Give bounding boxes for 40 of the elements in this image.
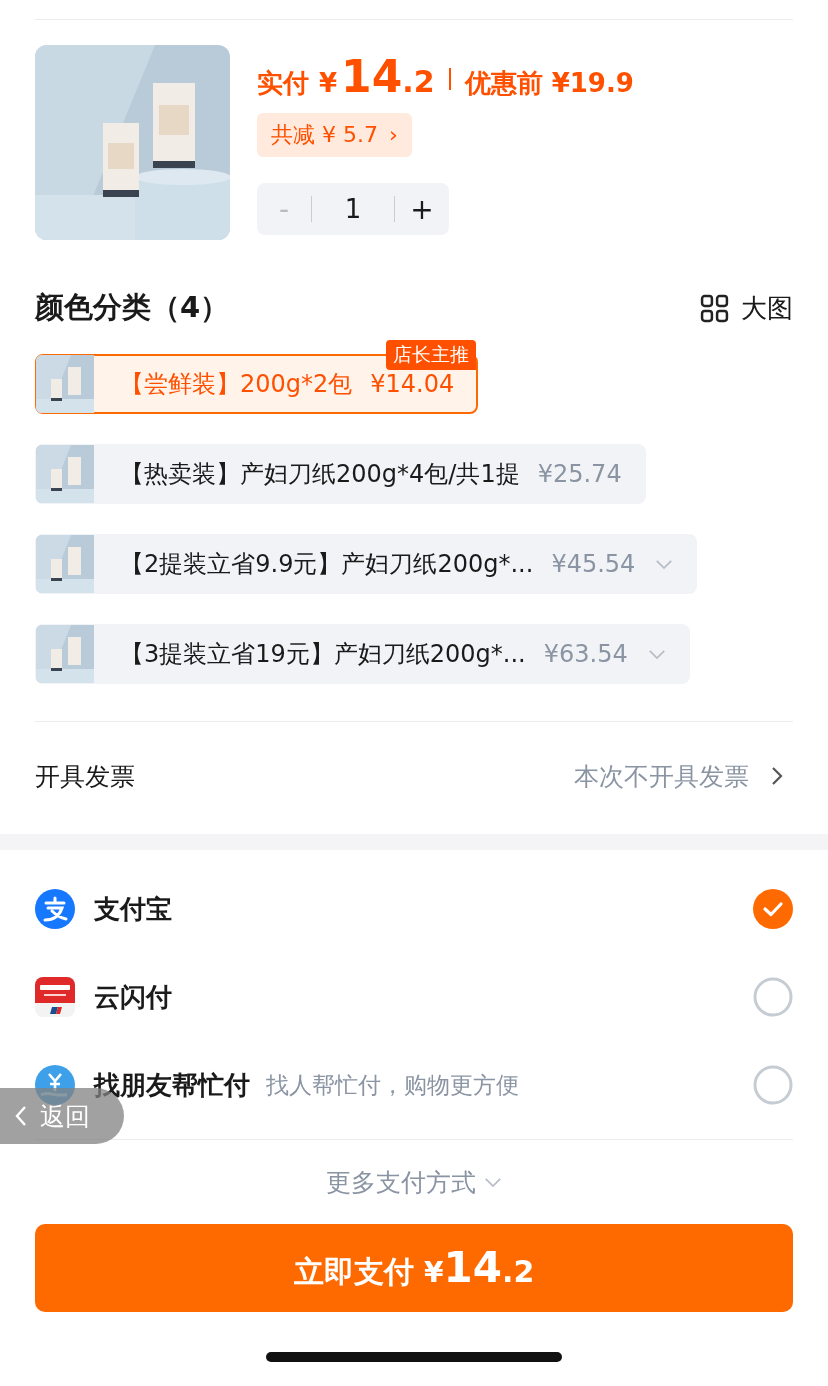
checked-radio[interactable] (753, 889, 793, 929)
option-price: ¥63.54 (543, 640, 628, 668)
chevron-left-icon[interactable] (14, 1105, 28, 1127)
radio-button[interactable] (753, 1065, 793, 1105)
alipay-icon (35, 889, 75, 929)
paid-price: 14 (341, 51, 403, 102)
payment-hint: 找人帮忙付，购物更方便 (266, 1070, 519, 1100)
more-payments-link[interactable]: 更多支付方式 (326, 1165, 476, 1199)
plus-button[interactable]: + (395, 183, 449, 235)
chevron-right-icon[interactable] (771, 766, 783, 786)
quantity-value: 1 (311, 196, 395, 222)
option-chip[interactable]: 【3提装立省19元】产妇刀纸200g*... ¥63.54 (35, 624, 690, 684)
price-decimal: .2 (402, 64, 435, 99)
payment-name: 云闪付 (94, 980, 172, 1014)
original-price: 优惠前 ¥19.9 (464, 67, 634, 100)
chevron-down-icon[interactable] (484, 1176, 502, 1188)
paid-label: 实付 (257, 67, 309, 100)
large-view-link[interactable]: 大图 (741, 290, 793, 326)
section-title: 颜色分类（4） (35, 289, 230, 326)
currency-sign: ¥ (319, 68, 338, 98)
discount-tag[interactable]: 共减 ¥ 5.7 › (257, 113, 412, 157)
option-chip[interactable]: 【2提装立省9.9元】产妇刀纸200g*... ¥45.54 (35, 534, 698, 594)
payment-name: 支付宝 (94, 892, 172, 926)
grid-icon[interactable] (700, 293, 729, 323)
option-name: 【2提装立省9.9元】产妇刀纸200g*... (120, 549, 534, 580)
payment-app-icon (35, 977, 75, 1017)
recommend-badge: 店长主推 (386, 340, 477, 370)
option-chip[interactable]: 【热卖装】产妇刀纸200g*4包/共1提 ¥25.74 (35, 444, 646, 504)
option-name: 【3提装立省19元】产妇刀纸200g*... (120, 639, 526, 670)
chevron-down-icon[interactable] (655, 558, 674, 570)
option-price: ¥45.54 (551, 550, 636, 578)
invoice-label: 开具发票 (35, 760, 136, 793)
option-name: 【热卖装】产妇刀纸200g*4包/共1提 (120, 459, 520, 490)
pay-now-button[interactable]: 立即支付 ¥14.2 (35, 1224, 793, 1312)
option-price: ¥25.74 (537, 460, 622, 488)
option-price: ¥14.04 (370, 370, 455, 398)
option-name: 【尝鲜装】200g*2包 (120, 369, 353, 400)
invoice-value[interactable]: 本次不开具发票 (574, 759, 749, 793)
radio-button[interactable] (753, 977, 793, 1017)
chevron-down-icon[interactable] (647, 648, 666, 660)
